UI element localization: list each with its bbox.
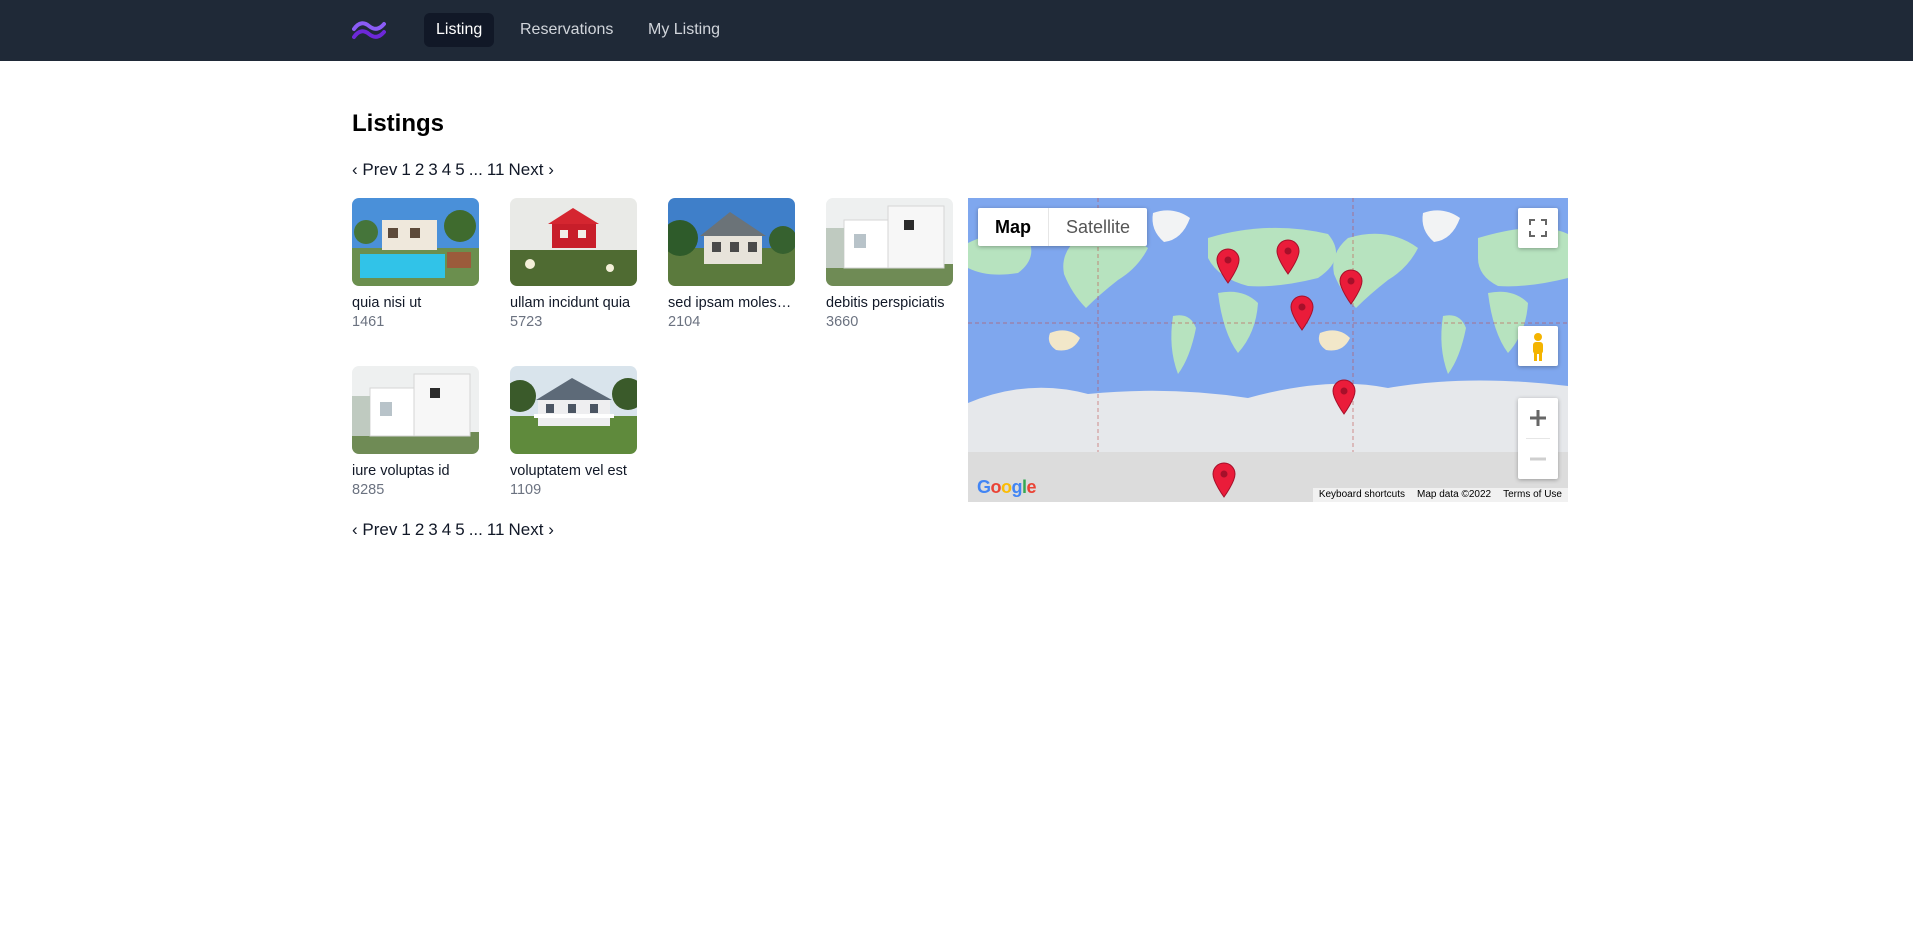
map-pin-icon[interactable] [1215, 248, 1241, 284]
listing-price: 2104 [668, 314, 701, 330]
terms-of-use-link[interactable]: Terms of Use [1497, 488, 1568, 502]
zoom-out-icon[interactable] [1518, 439, 1558, 479]
listing-name[interactable]: debitis perspiciatis [826, 294, 953, 312]
page-link-4[interactable]: 4 [442, 160, 451, 179]
nav-listing[interactable]: Listing [424, 13, 495, 47]
google-logo[interactable]: Google [977, 477, 1037, 498]
listing-price: 1461 [352, 314, 385, 330]
page-link-1[interactable]: 1 [401, 520, 410, 539]
listing-photo[interactable] [510, 366, 637, 454]
listing-card[interactable]: debitis perspiciatis 3660 [826, 198, 953, 332]
map-type-satellite-button[interactable]: Satellite [1049, 208, 1147, 246]
listing-photo[interactable] [352, 366, 479, 454]
listing-photo[interactable] [668, 198, 795, 286]
brand-logo-icon[interactable] [352, 20, 386, 40]
page-link-3[interactable]: 3 [428, 520, 437, 539]
street-view-button[interactable] [1518, 326, 1558, 366]
map-pin-icon[interactable] [1289, 295, 1315, 331]
pagination-bottom: ‹ Prev 1 2 3 4 5... 11 Next › [352, 519, 558, 541]
map-footer: Keyboard shortcuts Map data ©2022 Terms … [1312, 488, 1568, 502]
pagination-ellipsis: ... [468, 520, 483, 539]
listing-price: 1109 [510, 482, 542, 498]
map-pin-icon[interactable] [1211, 462, 1237, 498]
fullscreen-button[interactable] [1518, 208, 1558, 248]
listing-card[interactable]: voluptatem vel est 1109 [510, 366, 637, 500]
listing-card[interactable]: quia nisi ut 1461 [352, 198, 479, 332]
next-page-link[interactable]: Next › [509, 160, 554, 179]
page-link-11[interactable]: 11 [487, 520, 505, 539]
listing-photo[interactable] [826, 198, 953, 286]
map-pin-icon[interactable] [1331, 379, 1357, 415]
map-type-control: Map Satellite [978, 208, 1148, 246]
map-type-map-button[interactable]: Map [978, 208, 1049, 246]
map-data-attribution: Map data ©2022 [1417, 489, 1492, 500]
prev-page-link[interactable]: ‹ Prev [352, 160, 397, 179]
next-page-link[interactable]: Next › [509, 520, 554, 539]
listing-name[interactable]: voluptatem vel est [510, 462, 637, 480]
page-link-2[interactable]: 2 [415, 520, 424, 539]
page-link-3[interactable]: 3 [428, 160, 437, 179]
listing-name[interactable]: sed ipsam molestiae [668, 294, 795, 312]
listing-name[interactable]: quia nisi ut [352, 294, 479, 312]
listing-card[interactable]: sed ipsam molestiae 2104 [668, 198, 795, 332]
keyboard-shortcuts-link[interactable]: Keyboard shortcuts [1313, 488, 1411, 502]
listing-card[interactable]: iure voluptas id 8285 [352, 366, 479, 500]
listing-photo[interactable] [510, 198, 637, 286]
pagination-top: ‹ Prev 1 2 3 4 5... 11 Next › [352, 159, 558, 181]
page-link-11[interactable]: 11 [487, 160, 505, 179]
map-pin-icon[interactable] [1338, 269, 1364, 305]
listing-card[interactable]: ullam incidunt quia 5723 [510, 198, 637, 332]
page-link-5[interactable]: 5 [455, 520, 464, 539]
zoom-control [1518, 398, 1558, 479]
prev-page-link[interactable]: ‹ Prev [352, 520, 397, 539]
pegman-icon [1533, 333, 1543, 361]
top-navbar: Listing Reservations My Listing [0, 0, 1913, 61]
page-link-5[interactable]: 5 [455, 160, 464, 179]
page-link-1[interactable]: 1 [401, 160, 410, 179]
listing-name[interactable]: iure voluptas id [352, 462, 479, 480]
listing-name[interactable]: ullam incidunt quia [510, 294, 637, 312]
page-link-2[interactable]: 2 [415, 160, 424, 179]
zoom-in-icon[interactable] [1518, 398, 1558, 438]
nav-my-listing[interactable]: My Listing [636, 13, 732, 47]
page-title: Listings [352, 110, 445, 137]
page-link-4[interactable]: 4 [442, 520, 451, 539]
fullscreen-icon [1529, 219, 1547, 237]
nav-reservations[interactable]: Reservations [508, 13, 625, 47]
listing-price: 5723 [510, 314, 543, 330]
listings-map[interactable]: Map Satellite Google Keyboard shortcuts [968, 198, 1568, 502]
listing-price: 3660 [826, 314, 859, 330]
listing-photo[interactable] [352, 198, 479, 286]
pagination-ellipsis: ... [468, 160, 483, 179]
listing-price: 8285 [352, 482, 385, 498]
map-pin-icon[interactable] [1275, 239, 1301, 275]
